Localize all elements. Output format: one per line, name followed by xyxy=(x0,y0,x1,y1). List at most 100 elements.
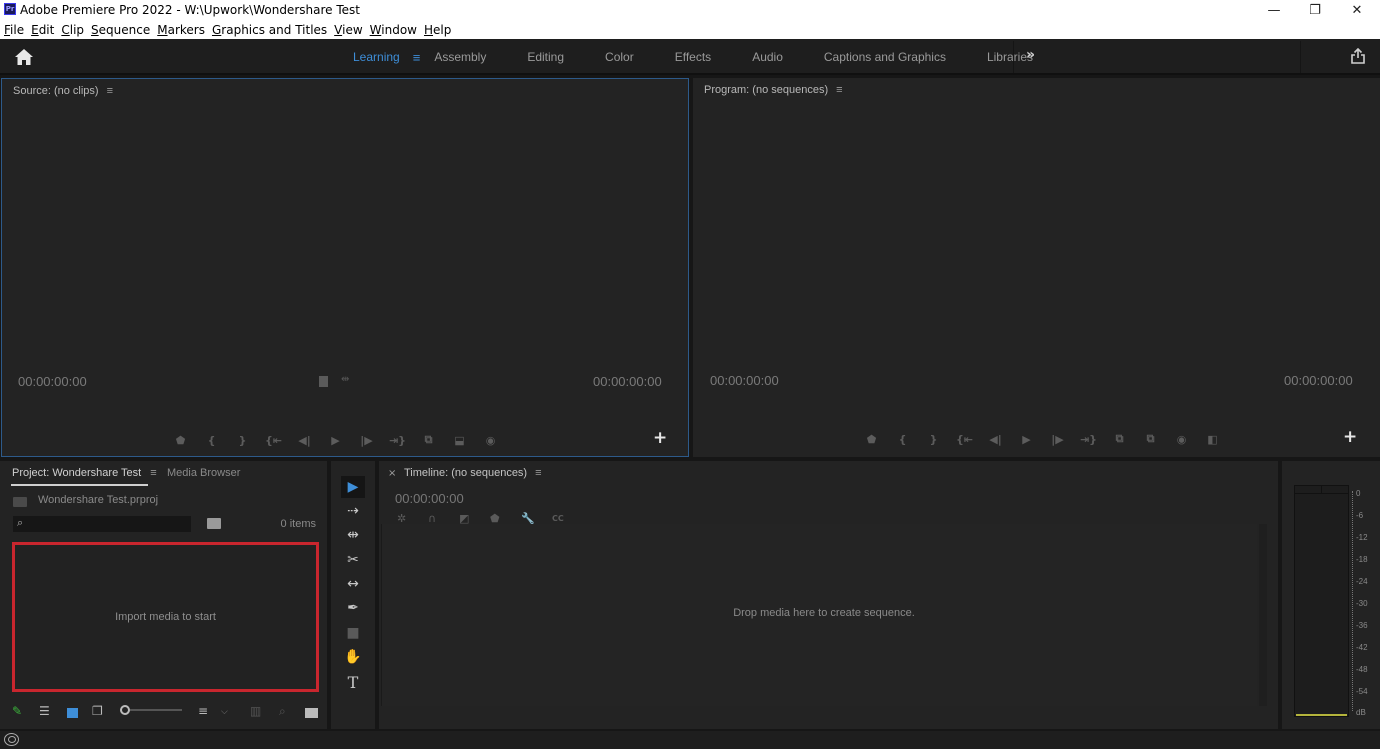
go-to-out-icon[interactable]: ⇥} xyxy=(1073,433,1104,446)
workspace-tab-assembly[interactable]: Assembly xyxy=(434,50,486,64)
menu-markers[interactable]: Markers xyxy=(157,23,205,37)
panel-menu-icon[interactable]: ≡ xyxy=(535,467,541,479)
program-panel-header[interactable]: Program: (no sequences) ≡ xyxy=(704,84,843,96)
panel-menu-icon[interactable]: ≡ xyxy=(836,84,842,96)
tab-timeline[interactable]: Timeline: (no sequences) ≡ xyxy=(404,467,542,479)
workspace-tab-color[interactable]: Color xyxy=(605,50,634,64)
workspace-tab-effects[interactable]: Effects xyxy=(675,50,711,64)
export-frame-icon[interactable]: ◉ xyxy=(1166,433,1197,446)
close-timeline-icon[interactable]: × xyxy=(388,468,396,479)
peak-indicators[interactable] xyxy=(1295,486,1348,494)
menu-file[interactable]: File xyxy=(4,23,24,37)
project-toolbar: ✎ ☰ ❐ ≡ ⌵ ▥ ⌕ xyxy=(0,702,327,722)
overwrite-icon[interactable]: ⬓ xyxy=(444,434,475,447)
workspace-tab-audio[interactable]: Audio xyxy=(752,50,783,64)
list-view-icon[interactable]: ☰ xyxy=(39,704,50,718)
find-bin-icon[interactable] xyxy=(207,518,221,529)
step-forward-icon[interactable]: |▶ xyxy=(351,434,382,447)
rectangle-tool-icon[interactable]: ■ xyxy=(341,622,365,644)
program-timecode-in[interactable]: 00:00:00:00 xyxy=(710,373,779,388)
button-editor-add-icon[interactable]: + xyxy=(653,428,667,448)
add-marker-icon[interactable]: ⬟ xyxy=(165,434,196,447)
db-scale: 0 -6 -12 -18 -24 -30 -36 -42 -48 -54 dB xyxy=(1352,485,1380,717)
sort-dropdown-chevron-icon[interactable]: ⌵ xyxy=(221,707,228,717)
workspace-tab-captions-and-graphics[interactable]: Captions and Graphics xyxy=(824,50,946,64)
mark-out-icon[interactable]: } xyxy=(918,433,949,446)
button-editor-add-icon[interactable]: + xyxy=(1343,427,1357,447)
more-workspaces-icon[interactable]: » xyxy=(1026,47,1035,63)
extract-icon[interactable]: ⧉ xyxy=(1135,432,1166,446)
new-bin-icon[interactable] xyxy=(305,708,318,718)
pen-tool-icon[interactable]: ✒ xyxy=(341,597,365,619)
source-timecode-in[interactable]: 00:00:00:00 xyxy=(18,374,87,389)
workspace-tab-editing[interactable]: Editing xyxy=(527,50,564,64)
source-panel-header[interactable]: Source: (no clips) ≡ xyxy=(13,85,113,97)
hand-tool-icon[interactable]: ✋ xyxy=(341,646,365,668)
razor-tool-icon[interactable]: ✂ xyxy=(341,549,365,571)
zoom-slider[interactable] xyxy=(120,705,182,715)
track-select-tool-icon[interactable]: ⇢ xyxy=(341,500,365,522)
menu-sequence[interactable]: Sequence xyxy=(91,23,150,37)
add-marker-icon[interactable]: ⬟ xyxy=(856,433,887,446)
freeform-view-icon[interactable]: ❐ xyxy=(92,704,103,718)
mark-out-icon[interactable]: } xyxy=(227,434,258,447)
sort-icons-icon[interactable]: ≡ xyxy=(198,704,208,718)
find-icon[interactable]: ⌕ xyxy=(279,704,286,719)
minimize-button[interactable]: — xyxy=(1254,0,1294,21)
tab-project[interactable]: Project: Wondershare Test ≡ xyxy=(12,467,157,479)
share-icon[interactable] xyxy=(1350,48,1366,64)
slip-tool-icon[interactable]: ↔ xyxy=(341,573,365,595)
drag-video-icon[interactable] xyxy=(319,376,328,387)
automate-to-sequence-icon[interactable]: ▥ xyxy=(250,704,261,718)
workspace-menu-icon[interactable]: ≡ xyxy=(413,50,421,65)
import-media-dropzone[interactable]: Import media to start xyxy=(12,542,319,692)
mark-in-icon[interactable]: { xyxy=(887,433,918,446)
db-label: -36 xyxy=(1356,621,1368,630)
menu-view[interactable]: View xyxy=(334,23,362,37)
menu-help[interactable]: Help xyxy=(424,23,451,37)
play-icon[interactable]: ▶ xyxy=(320,434,351,447)
step-back-icon[interactable]: ◀| xyxy=(980,433,1011,446)
db-label: -18 xyxy=(1356,555,1368,564)
project-search-input[interactable]: ⌕ xyxy=(13,516,191,532)
home-icon[interactable] xyxy=(14,48,34,66)
nest-icon[interactable]: ✲ xyxy=(397,512,428,525)
maximize-button[interactable]: ❐ xyxy=(1295,0,1335,21)
wrench-settings-icon[interactable]: 🔧 xyxy=(521,512,552,525)
lift-icon[interactable]: ⧉ xyxy=(1104,432,1135,446)
drag-audio-icon[interactable]: ⇹ xyxy=(341,374,349,385)
zoom-slider-knob[interactable] xyxy=(120,705,130,715)
creative-cloud-icon[interactable] xyxy=(4,733,19,746)
step-back-icon[interactable]: ◀| xyxy=(289,434,320,447)
comparison-view-icon[interactable]: ◧ xyxy=(1197,433,1228,446)
workspace-tab-learning[interactable]: Learning xyxy=(353,50,400,64)
db-label: -6 xyxy=(1356,511,1364,520)
go-to-out-icon[interactable]: ⇥} xyxy=(382,434,413,447)
snap-magnet-icon[interactable]: ∩ xyxy=(428,512,459,525)
tab-media-browser[interactable]: Media Browser xyxy=(167,467,240,479)
icon-view-icon[interactable] xyxy=(67,708,78,718)
go-to-in-icon[interactable]: {⇤ xyxy=(949,433,980,446)
linked-selection-icon[interactable]: ◩ xyxy=(459,512,490,525)
timeline-timecode[interactable]: 00:00:00:00 xyxy=(395,491,464,506)
mark-in-icon[interactable]: { xyxy=(196,434,227,447)
insert-icon[interactable]: ⧉ xyxy=(413,433,444,447)
close-window-button[interactable]: ✕ xyxy=(1337,0,1377,21)
export-frame-icon[interactable]: ◉ xyxy=(475,434,506,447)
menu-graphics-and-titles[interactable]: Graphics and Titles xyxy=(212,23,327,37)
program-transport-controls: ⬟ { } {⇤ ◀| ▶ |▶ ⇥} ⧉ ⧉ ◉ ◧ xyxy=(856,431,1228,447)
go-to-in-icon[interactable]: {⇤ xyxy=(258,434,289,447)
step-forward-icon[interactable]: |▶ xyxy=(1042,433,1073,446)
play-icon[interactable]: ▶ xyxy=(1011,433,1042,446)
menu-clip[interactable]: Clip xyxy=(61,23,84,37)
selection-tool-icon[interactable]: ▶ xyxy=(341,476,365,498)
ripple-edit-tool-icon[interactable]: ⇹ xyxy=(341,524,365,546)
captions-icon[interactable]: CC xyxy=(552,514,583,523)
add-marker-icon[interactable]: ⬟ xyxy=(490,512,521,525)
panel-menu-icon[interactable]: ≡ xyxy=(107,85,113,97)
menu-edit[interactable]: Edit xyxy=(31,23,54,37)
type-tool-icon[interactable]: T xyxy=(341,671,365,693)
panel-menu-icon[interactable]: ≡ xyxy=(150,467,156,479)
write-protect-pencil-icon[interactable]: ✎ xyxy=(12,704,22,718)
menu-window[interactable]: Window xyxy=(370,23,417,37)
